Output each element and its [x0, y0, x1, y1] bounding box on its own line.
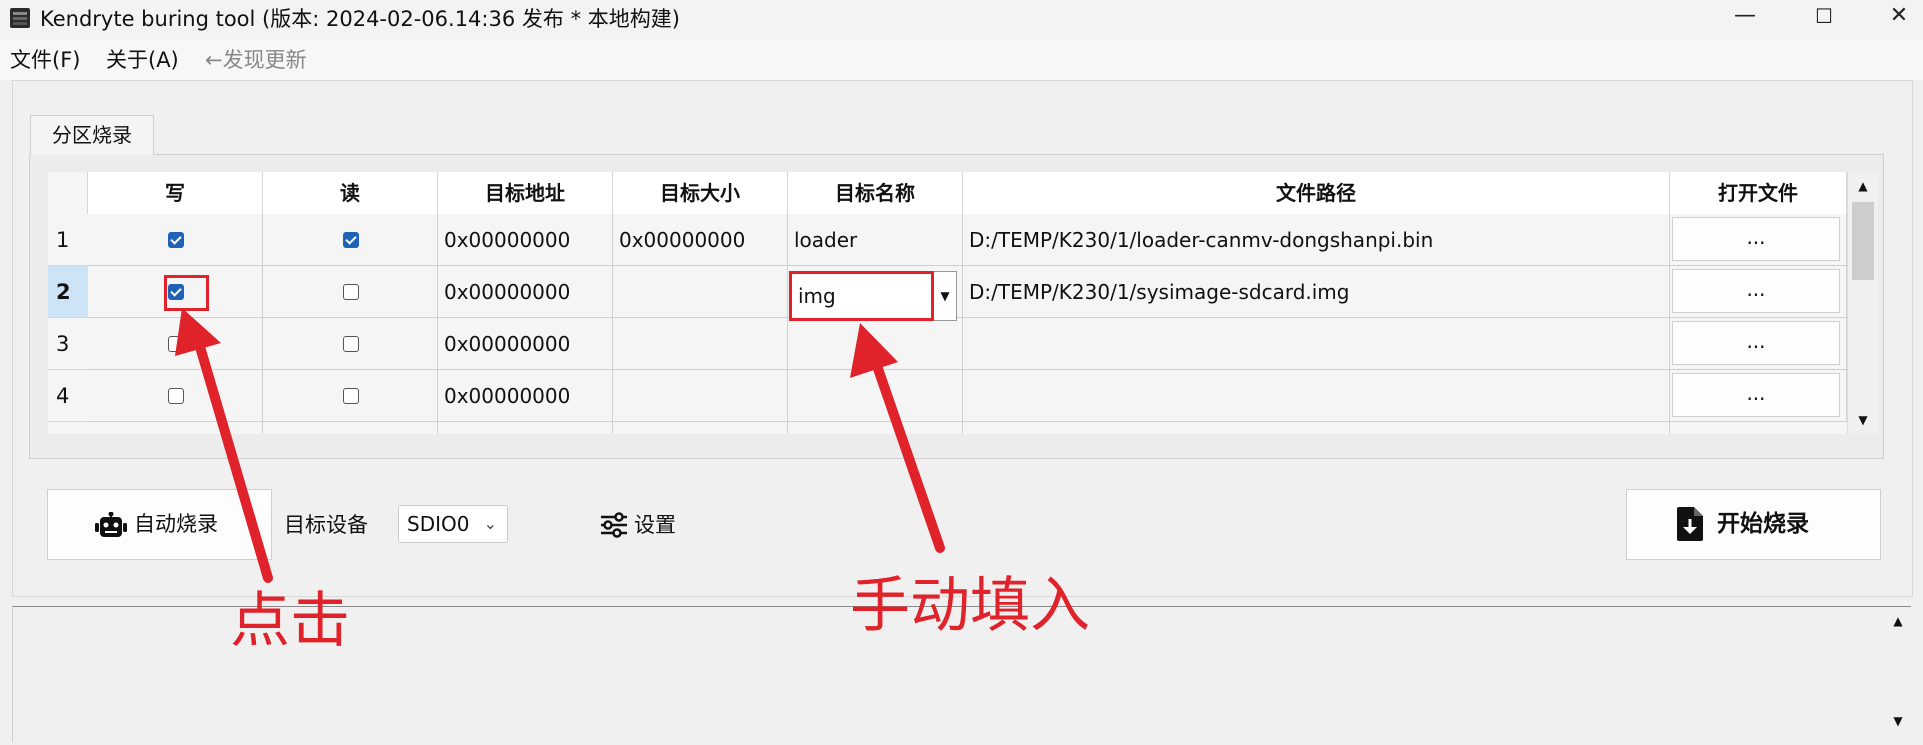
annotation-manual-text: 手动填入 — [850, 571, 1090, 641]
tab-partition-burn[interactable]: 分区烧录 — [30, 115, 154, 155]
annotation-arrow-click — [175, 308, 273, 583]
annotation-click-text: 点击 — [230, 586, 350, 656]
annotation-arrow-manual — [850, 323, 945, 553]
